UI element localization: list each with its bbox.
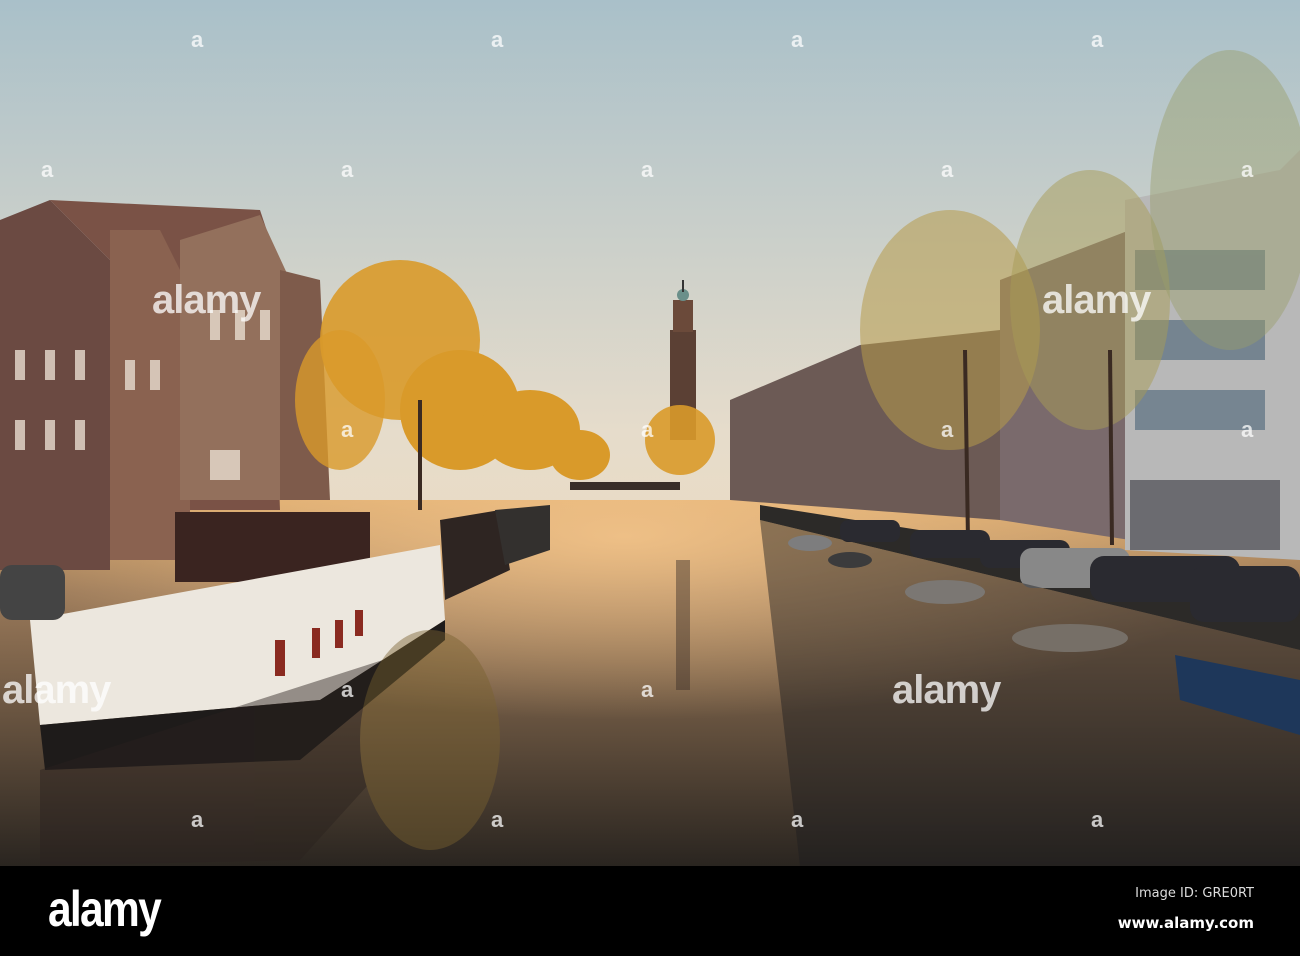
watermark-word: alamy [2,668,111,712]
watermark-mark: a [1241,157,1254,182]
watermark-mark: a [1091,27,1104,52]
watermark-mark: a [341,157,354,182]
left-car [0,565,65,620]
watermark-mark: a [791,27,804,52]
watermark-mark: a [1241,417,1254,442]
watermark-mark: a [341,677,354,702]
watermark-mark: a [191,807,204,832]
watermark-mark: a [191,27,204,52]
watermark-word: alamy [152,278,261,322]
alamy-logo: alamy [48,881,162,937]
footer-bar: alamy Image ID: GRE0RT www.alamy.com [0,866,1300,956]
watermark-word: alamy [892,668,1001,712]
watermark-mark: a [491,27,504,52]
watermark-mark: a [791,807,804,832]
watermark-mark: a [41,157,54,182]
watermark-mark: a [641,677,654,702]
watermark-mark: a [641,157,654,182]
stock-photo: a a a a a a a a a alamy alamy a a a a al… [0,0,1300,956]
watermark-mark: a [941,157,954,182]
watermark-mark: a [341,417,354,442]
watermark-mark: a [1091,807,1104,832]
watermark-word: alamy [1042,278,1151,322]
image-id: Image ID: GRE0RT [1135,886,1254,901]
watermark-mark: a [491,807,504,832]
watermark-mark: a [641,417,654,442]
bridge [570,482,680,490]
watermark-mark: a [941,417,954,442]
website-link: www.alamy.com [1117,914,1254,932]
